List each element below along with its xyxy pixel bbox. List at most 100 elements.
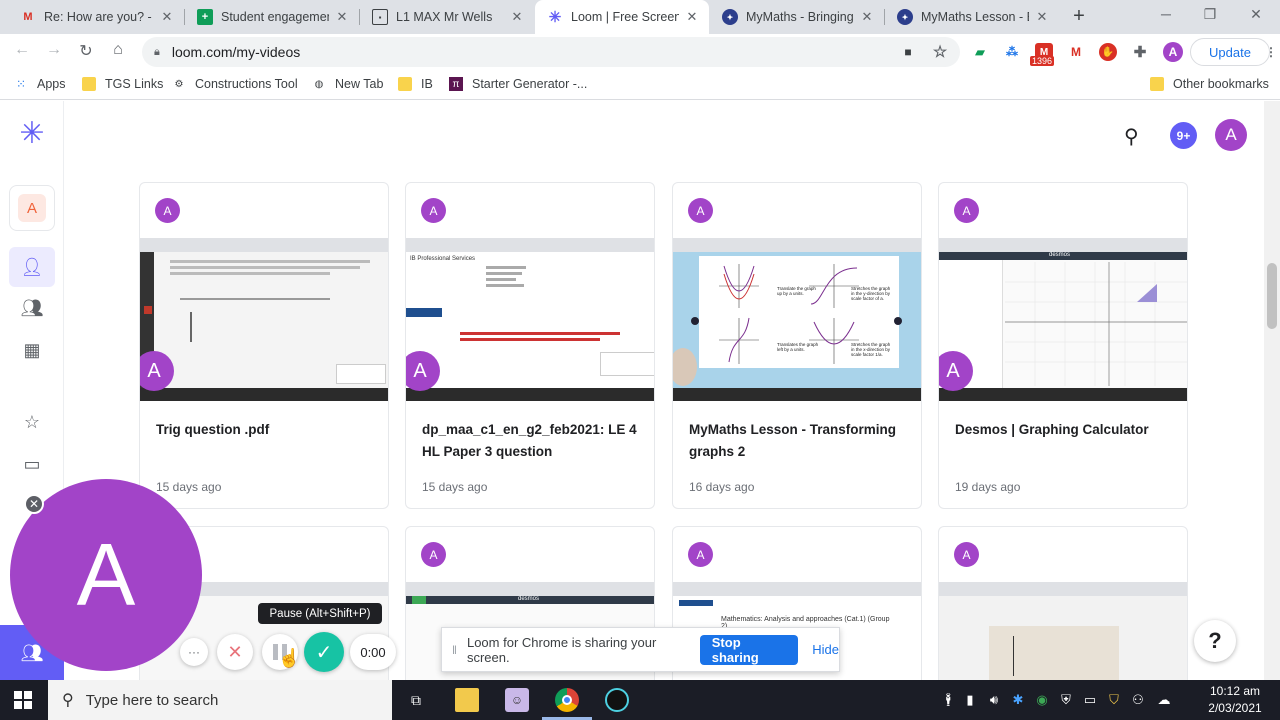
- finish-recording-button[interactable]: ✓: [304, 632, 344, 672]
- back-icon[interactable]: ←: [12, 41, 32, 59]
- hide-button[interactable]: Hide: [812, 642, 839, 657]
- new-tab-icon[interactable]: +: [1068, 5, 1090, 28]
- sidebar-item-library[interactable]: ▦: [16, 334, 48, 366]
- close-icon[interactable]: ✕: [510, 9, 524, 25]
- stop-sharing-button[interactable]: Stop sharing: [699, 634, 799, 665]
- pause-tooltip: Pause (Alt+Shift+P): [258, 603, 382, 624]
- page-scrollbar[interactable]: [1264, 101, 1280, 680]
- sidebar-item-archive[interactable]: ▭: [16, 448, 48, 480]
- reload-icon[interactable]: ↻: [76, 41, 96, 61]
- close-icon[interactable]: ✕: [1035, 9, 1049, 25]
- taskbar-search[interactable]: ⚲ Type here to search: [48, 680, 392, 720]
- tab-label: Student engagement: [221, 10, 329, 24]
- onedrive-icon[interactable]: ☁: [1156, 692, 1172, 708]
- taskbar-clock[interactable]: 10:12 am 2/03/2021: [1200, 683, 1270, 717]
- close-icon[interactable]: ✕: [160, 9, 174, 25]
- tab-mymaths-lesson[interactable]: ✦ MyMaths Lesson - Bl ✕: [885, 0, 1059, 34]
- search-icon: ⚲: [62, 692, 74, 709]
- minimize-icon[interactable]: ─: [1156, 6, 1176, 22]
- video-thumbnail[interactable]: A: [140, 238, 388, 401]
- task-view-icon[interactable]: ⧉: [404, 688, 428, 712]
- windows-taskbar: ⚲ Type here to search ⧉ ☺ 🕴︎ ▮ 🔊︎ ✱ ◉ ⛨ …: [0, 680, 1280, 720]
- loom-app-icon[interactable]: [605, 688, 629, 712]
- bookmark-constructions-tool[interactable]: ⚙ Constructions Tool: [172, 77, 298, 91]
- camera-icon[interactable]: ■: [899, 43, 917, 61]
- adblock-icon[interactable]: ✋: [1099, 43, 1117, 61]
- video-card[interactable]: A A Trig question .pdf 15 days ago: [139, 182, 389, 509]
- window-close-icon[interactable]: ✕: [1246, 6, 1266, 23]
- video-thumbnail[interactable]: desmos A: [939, 238, 1187, 401]
- more-options-button[interactable]: ···: [180, 638, 208, 666]
- close-icon[interactable]: ✕: [335, 9, 349, 25]
- bookmark-apps[interactable]: ⁙ Apps: [14, 77, 66, 91]
- windows-start-icon[interactable]: [14, 691, 32, 709]
- search-icon[interactable]: ⚲: [1124, 124, 1139, 149]
- avatar: A: [954, 542, 979, 567]
- tab-gmail[interactable]: M Re: How are you? - a ✕: [8, 0, 184, 34]
- home-icon[interactable]: ⌂: [108, 41, 128, 59]
- workspace-switcher[interactable]: A: [9, 185, 55, 231]
- tab-classroom[interactable]: ▪ L1 MAX Mr Wells ✕: [360, 0, 534, 34]
- video-title[interactable]: MyMaths Lesson - Transforming graphs 2: [689, 419, 911, 463]
- sidebar-item-starred[interactable]: ☆: [16, 406, 48, 438]
- address-bar[interactable]: 🔒︎ loom.com/my-videos: [142, 37, 960, 67]
- bookmark-other[interactable]: Other bookmarks: [1150, 77, 1269, 91]
- user-avatar[interactable]: A: [1215, 119, 1247, 151]
- close-icon[interactable]: ✕: [685, 9, 699, 25]
- drag-handle-icon[interactable]: ‖: [452, 643, 457, 657]
- bookmark-ib[interactable]: IB: [398, 77, 433, 91]
- close-bubble-icon[interactable]: ✕: [24, 494, 44, 514]
- defender-icon[interactable]: ⛨: [1058, 692, 1074, 708]
- bookmark-tgs-links[interactable]: TGS Links: [82, 77, 163, 91]
- help-button[interactable]: ?: [1194, 620, 1236, 662]
- bookmark-new-tab[interactable]: ◍ New Tab: [312, 77, 384, 91]
- file-explorer-icon[interactable]: [455, 688, 479, 712]
- shield-icon[interactable]: ⛉: [1106, 692, 1122, 708]
- video-thumbnail[interactable]: Translate the graph up by a units. Stret…: [673, 238, 921, 401]
- video-title[interactable]: Trig question .pdf: [156, 419, 378, 441]
- tab-sheets[interactable]: + Student engagement ✕: [185, 0, 359, 34]
- chrome-icon[interactable]: [555, 688, 579, 712]
- scrollbar-thumb[interactable]: [1267, 263, 1277, 329]
- bookmark-starter-generator[interactable]: π Starter Generator -...: [449, 77, 587, 91]
- video-card[interactable]: A desmos A Desmos | Graphing Calculator …: [938, 182, 1188, 509]
- video-thumbnail[interactable]: [939, 582, 1187, 685]
- gmail-checker-icon[interactable]: M: [1067, 43, 1085, 61]
- battery-icon[interactable]: ▭: [1082, 692, 1098, 708]
- notifications-badge[interactable]: 9+: [1170, 122, 1197, 149]
- forward-icon[interactable]: →: [44, 41, 64, 59]
- volume-icon[interactable]: 🔊︎: [986, 692, 1002, 708]
- loom-logo-icon[interactable]: ✳: [16, 117, 48, 150]
- tab-mymaths[interactable]: ✦ MyMaths - Bringing ✕: [710, 0, 884, 34]
- video-card[interactable]: A: [938, 526, 1188, 686]
- menu-icon[interactable]: ⋮: [1262, 43, 1280, 61]
- person-icon: 👤︎: [20, 256, 44, 277]
- restore-icon[interactable]: ❐: [1200, 6, 1220, 23]
- sidebar-item-shared[interactable]: 👥︎: [16, 292, 48, 324]
- video-card[interactable]: A IB Professional Services A dp_maa_c1_e…: [405, 182, 655, 509]
- cancel-recording-button[interactable]: ✕: [217, 634, 253, 670]
- video-card[interactable]: A Translate the graph up by a units. Str…: [672, 182, 922, 509]
- extension-sheets-icon[interactable]: ▰: [971, 43, 989, 61]
- profile-avatar[interactable]: A: [1163, 42, 1183, 62]
- globe-icon: ◍: [314, 78, 324, 90]
- person-tray-icon[interactable]: 🕴︎: [940, 692, 957, 708]
- extension-people-icon[interactable]: ⁂: [1003, 43, 1021, 61]
- sync-icon[interactable]: ◉: [1034, 692, 1050, 708]
- app-icon[interactable]: ☺: [505, 688, 529, 712]
- bluetooth-icon[interactable]: ✱: [1010, 692, 1026, 708]
- video-thumbnail[interactable]: IB Professional Services A: [406, 238, 654, 401]
- star-icon[interactable]: ☆: [931, 43, 949, 61]
- video-title[interactable]: dp_maa_c1_en_g2_feb2021: LE 4 HL Paper 3…: [422, 419, 644, 463]
- extensions-puzzle-icon[interactable]: ✚: [1131, 43, 1149, 61]
- network-icon[interactable]: ⚇: [1130, 692, 1146, 708]
- tab-loom[interactable]: ✳ Loom | Free Screen & ✕: [535, 0, 709, 34]
- video-date: 16 days ago: [689, 480, 755, 494]
- video-date: 19 days ago: [955, 480, 1021, 494]
- usb-icon[interactable]: ▮: [962, 692, 978, 708]
- sidebar-item-my-videos[interactable]: 👤︎: [9, 247, 55, 287]
- screen-sharing-bar: ‖ Loom for Chrome is sharing your screen…: [441, 627, 840, 672]
- video-title[interactable]: Desmos | Graphing Calculator: [955, 419, 1177, 441]
- update-button[interactable]: Update: [1190, 38, 1270, 66]
- close-icon[interactable]: ✕: [860, 9, 874, 25]
